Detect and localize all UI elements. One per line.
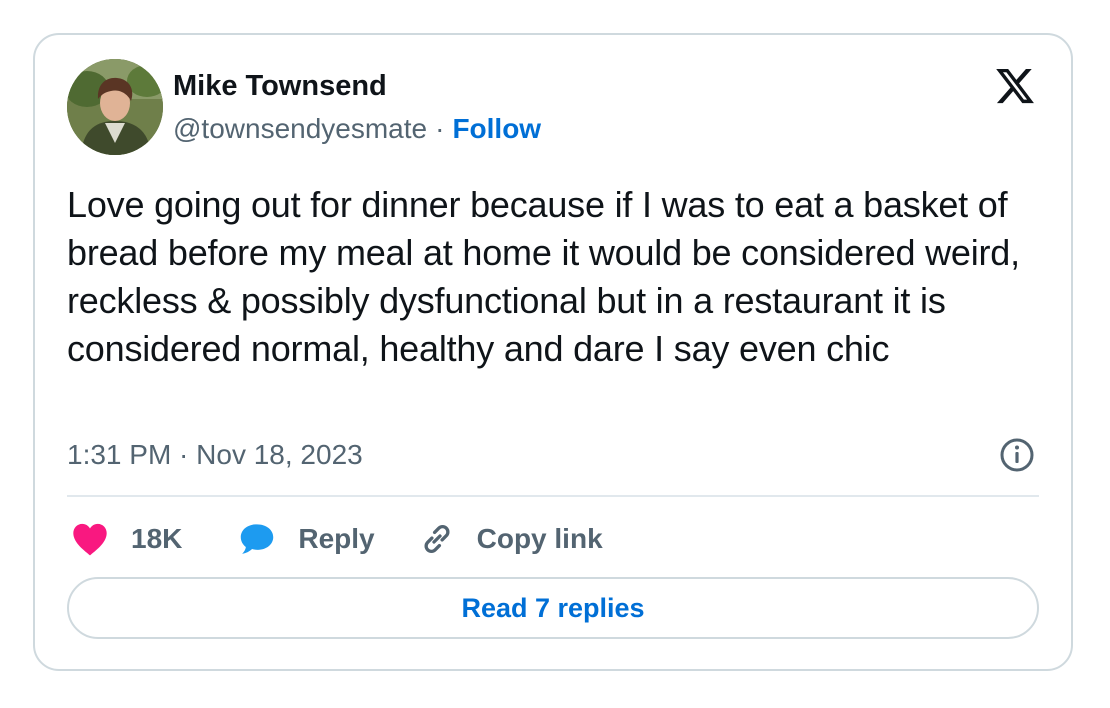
speech-bubble-icon bbox=[238, 522, 276, 556]
author-meta: @townsendyesmate · Follow bbox=[173, 111, 541, 147]
link-icon bbox=[419, 521, 455, 557]
author-name[interactable]: Mike Townsend bbox=[173, 68, 387, 104]
reply-label: Reply bbox=[298, 523, 375, 554]
tweet-timestamp[interactable]: 1:31 PM · Nov 18, 2023 bbox=[67, 437, 363, 473]
author-avatar[interactable] bbox=[67, 59, 163, 155]
copy-link-button[interactable]: Copy link bbox=[419, 521, 603, 557]
reply-button[interactable]: Reply bbox=[238, 522, 375, 556]
read-replies-label: Read 7 replies bbox=[461, 592, 645, 623]
tweet-text: Love going out for dinner because if I w… bbox=[67, 184, 1020, 369]
action-bar: 18K Reply Copy link bbox=[71, 519, 603, 559]
heart-icon bbox=[71, 522, 109, 556]
info-icon[interactable] bbox=[999, 437, 1035, 473]
author-handle[interactable]: @townsendyesmate bbox=[173, 113, 427, 144]
meta-separator: · bbox=[435, 113, 445, 144]
like-count: 18K bbox=[131, 523, 183, 554]
avatar-photo bbox=[67, 59, 163, 155]
tweet-embed-card: Mike Townsend @townsendyesmate · Follow Lo… bbox=[33, 33, 1073, 671]
copy-link-label: Copy link bbox=[476, 523, 603, 554]
follow-link[interactable]: Follow bbox=[452, 113, 541, 144]
x-logo-icon[interactable] bbox=[993, 65, 1037, 107]
divider bbox=[67, 495, 1039, 497]
like-button[interactable]: 18K bbox=[71, 522, 182, 556]
read-replies-button[interactable]: Read 7 replies bbox=[67, 577, 1039, 639]
